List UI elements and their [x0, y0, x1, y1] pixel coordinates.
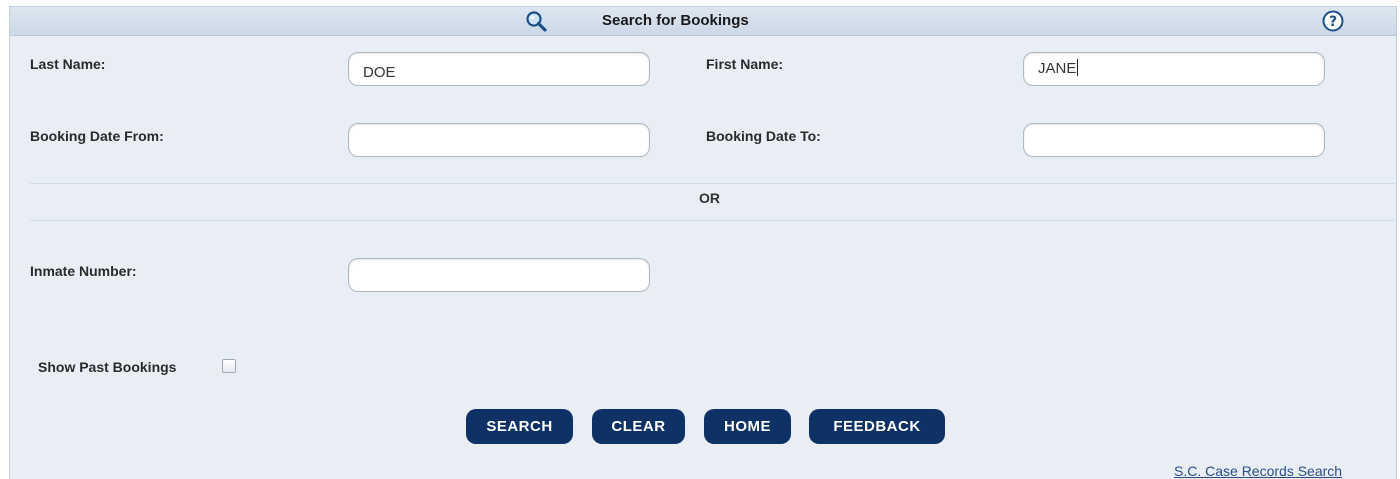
show-past-bookings-label: Show Past Bookings	[38, 359, 177, 375]
first-name-value: JANE	[1038, 60, 1077, 77]
home-button[interactable]: HOME	[704, 409, 791, 444]
page-title: Search for Bookings	[602, 12, 749, 29]
text-cursor	[1077, 59, 1079, 76]
booking-date-from-input[interactable]	[348, 123, 650, 157]
panel-titlebar: Search for Bookings ?	[10, 7, 1396, 36]
show-past-bookings-checkbox[interactable]	[222, 359, 236, 373]
search-button[interactable]: SEARCH	[466, 409, 573, 444]
magnifier-icon	[526, 11, 547, 32]
divider-bottom	[30, 220, 1395, 221]
help-question-icon[interactable]: ?	[1321, 10, 1345, 32]
sc-case-records-search-link[interactable]: S.C. Case Records Search	[1174, 463, 1342, 479]
search-panel: Search for Bookings ? Last Name: First N…	[9, 6, 1397, 479]
clear-button[interactable]: CLEAR	[592, 409, 685, 444]
svg-text:?: ?	[1329, 14, 1337, 30]
divider-top	[30, 183, 1395, 184]
feedback-button[interactable]: FEEDBACK	[809, 409, 945, 444]
or-separator: OR	[699, 190, 720, 206]
last-name-label: Last Name:	[30, 56, 106, 72]
last-name-input[interactable]	[348, 52, 650, 86]
booking-date-to-label: Booking Date To:	[706, 128, 821, 144]
booking-date-from-label: Booking Date From:	[30, 128, 164, 144]
booking-date-to-input[interactable]	[1023, 123, 1325, 157]
inmate-number-input[interactable]	[348, 258, 650, 292]
first-name-input[interactable]: JANE	[1023, 52, 1325, 86]
first-name-label: First Name:	[706, 56, 784, 72]
inmate-number-label: Inmate Number:	[30, 263, 137, 279]
